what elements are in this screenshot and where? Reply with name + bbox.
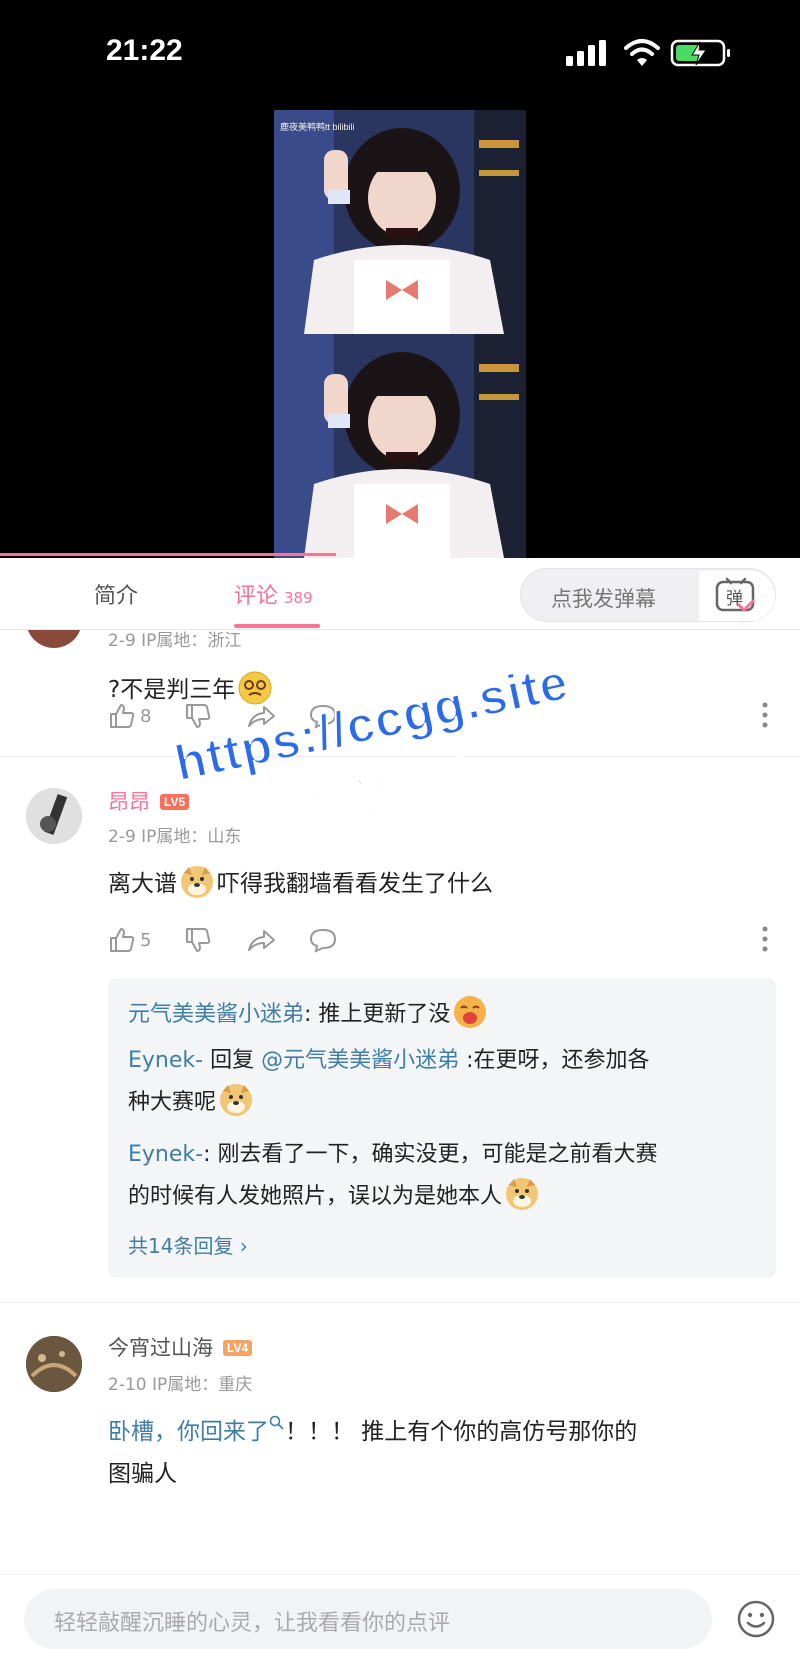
tab-comments[interactable]: 评论 389 (234, 578, 313, 610)
thumb-up-icon (110, 928, 135, 952)
level-badge: LV5 (160, 794, 190, 810)
tab-active-indicator (234, 624, 320, 628)
comment-text-start: 离大谱 (108, 871, 177, 897)
video-watermark: 鹿夜美鸭鸭tt bilibili (280, 122, 355, 132)
comment-bubble-icon (309, 704, 337, 729)
reply-username[interactable]: Eynek- (128, 1048, 203, 1073)
share-icon (248, 706, 275, 727)
signal-icon (566, 40, 606, 66)
share-icon (248, 930, 275, 951)
username-text: 今宵过山海 (108, 1336, 213, 1360)
reply-mention[interactable]: @元气美美酱小迷弟 (261, 1048, 459, 1073)
reply-text-line2: 种大赛呢 (128, 1090, 217, 1115)
danmaku-icon: 弹 (715, 577, 755, 613)
tab-intro[interactable]: 简介 (94, 578, 138, 610)
danmaku-placeholder: 点我发弹幕 (551, 587, 656, 611)
avatar[interactable] (26, 630, 82, 648)
share-button[interactable] (246, 700, 276, 732)
reply-button[interactable] (308, 924, 338, 956)
reply-word: 回复 (203, 1048, 262, 1073)
reply-item-continued: 种大赛呢 (128, 1082, 256, 1124)
doge-emoji-icon (181, 866, 213, 898)
doge-emoji-icon (220, 1084, 253, 1116)
comment-text: 离大谱 吓得我翻墙看看发生了什么 (108, 864, 493, 899)
video-player[interactable]: 鹿夜美鸭鸭tt bilibili (0, 110, 800, 558)
comment-text: 卧槽，你回来了 ！！！ 推上有个你的高仿号那你的 (108, 1412, 637, 1446)
avatar-image (26, 788, 82, 844)
reply-button[interactable] (308, 700, 338, 732)
more-options-icon[interactable] (762, 926, 768, 952)
reply-username[interactable]: Eynek- (128, 1142, 203, 1167)
divider (0, 1302, 800, 1303)
comment-bubble-icon (309, 928, 337, 953)
comment-text-line2: 图骗人 (108, 1461, 177, 1487)
battery-icon (670, 39, 730, 67)
comment-input[interactable]: 轻轻敲醒沉睡的心灵，让我看看你的点评 (24, 1589, 712, 1649)
doge-emoji-icon (506, 1178, 539, 1210)
avatar[interactable] (26, 788, 82, 844)
dislike-button[interactable] (184, 924, 212, 956)
reply-item[interactable]: 元气美美酱小迷弟: 推上更新了没 (128, 994, 490, 1036)
emoji-picker-icon[interactable] (736, 1599, 776, 1639)
reply-text-line2: 的时候有人发她照片，误以为是她本人 (128, 1184, 503, 1209)
reply-item[interactable]: Eynek- 回复 @元气美美酱小迷弟 :在更呀，还参加各 (128, 1040, 650, 1082)
share-button[interactable] (246, 924, 276, 956)
comment-input-bar: 轻轻敲醒沉睡的心灵，让我看看你的点评 (0, 1574, 800, 1660)
danmaku-input[interactable]: 点我发弹幕 弹 (520, 568, 776, 622)
drooling-face-emoji-icon (454, 996, 487, 1028)
wifi-icon (624, 39, 660, 66)
video-progress-bar[interactable] (0, 553, 336, 556)
reply-item[interactable]: Eynek-: 刚去看了一下，确实没更，可能是之前看大赛 (128, 1134, 658, 1176)
comment-list: 2-9 IP属地：浙江 ?不是判三年 8 昂昂 LV5 2-9 IP属地：山东 … (0, 630, 800, 1630)
comment-meta: 2-9 IP属地：浙江 (108, 631, 242, 651)
level-badge: LV4 (223, 1340, 253, 1356)
comment-actions: 5 (108, 924, 768, 958)
like-button[interactable]: 8 (108, 700, 151, 732)
username[interactable]: 今宵过山海 LV4 (108, 1332, 253, 1362)
username-text: 昂昂 (108, 790, 150, 814)
video-frame: 鹿夜美鸭鸭tt bilibili (274, 110, 526, 558)
search-icon[interactable] (269, 1415, 285, 1431)
like-button[interactable]: 5 (108, 924, 151, 956)
username[interactable]: 昂昂 LV5 (108, 786, 190, 816)
thumb-up-icon (110, 704, 135, 728)
danmaku-toggle-button[interactable]: 弹 (699, 571, 775, 621)
reply-item-continued: 的时候有人发她照片，误以为是她本人 (128, 1176, 542, 1218)
tab-bar: 简介 评论 389 点我发弹幕 弹 (0, 558, 800, 630)
comment-text-rest: ！！！ 推上有个你的高仿号那你的 (285, 1419, 638, 1445)
like-count: 5 (140, 929, 152, 951)
video-photo-bottom (274, 334, 526, 558)
status-bar: 21:22 (0, 0, 800, 110)
like-count: 8 (140, 705, 152, 727)
reply-text: : 推上更新了没 (304, 1002, 451, 1027)
avatar[interactable] (26, 1336, 82, 1392)
reply-text: :在更呀，还参加各 (459, 1048, 650, 1073)
comment-text-end: 吓得我翻墙看看发生了什么 (217, 871, 493, 897)
comment-actions: 8 (108, 700, 768, 734)
divider (0, 756, 800, 757)
danmaku-icon-char: 弹 (726, 589, 743, 609)
comment-meta: 2-10 IP属地：重庆 (108, 1375, 253, 1395)
reply-text: : 刚去看了一下，确实没更，可能是之前看大赛 (203, 1142, 658, 1167)
avatar-image (26, 1336, 82, 1392)
tab-comments-label: 评论 (234, 584, 279, 609)
dislike-button[interactable] (184, 700, 212, 732)
search-keyword-link[interactable]: 卧槽，你回来了 (108, 1419, 269, 1445)
more-options-icon[interactable] (762, 702, 768, 728)
comment-input-placeholder: 轻轻敲醒沉睡的心灵，让我看看你的点评 (54, 1611, 451, 1636)
thumb-down-icon (186, 928, 211, 952)
thumb-down-icon (186, 704, 211, 728)
video-photo-top (274, 110, 526, 334)
status-time: 21:22 (106, 34, 183, 67)
reply-thread[interactable]: 元气美美酱小迷弟: 推上更新了没 Eynek- 回复 @元气美美酱小迷弟 :在更… (108, 978, 776, 1278)
view-all-replies-link[interactable]: 共14条回复 › (128, 1230, 248, 1259)
reply-username[interactable]: 元气美美酱小迷弟 (128, 1002, 304, 1027)
comment-meta: 2-9 IP属地：山东 (108, 827, 242, 847)
tab-comments-count: 389 (284, 589, 313, 607)
